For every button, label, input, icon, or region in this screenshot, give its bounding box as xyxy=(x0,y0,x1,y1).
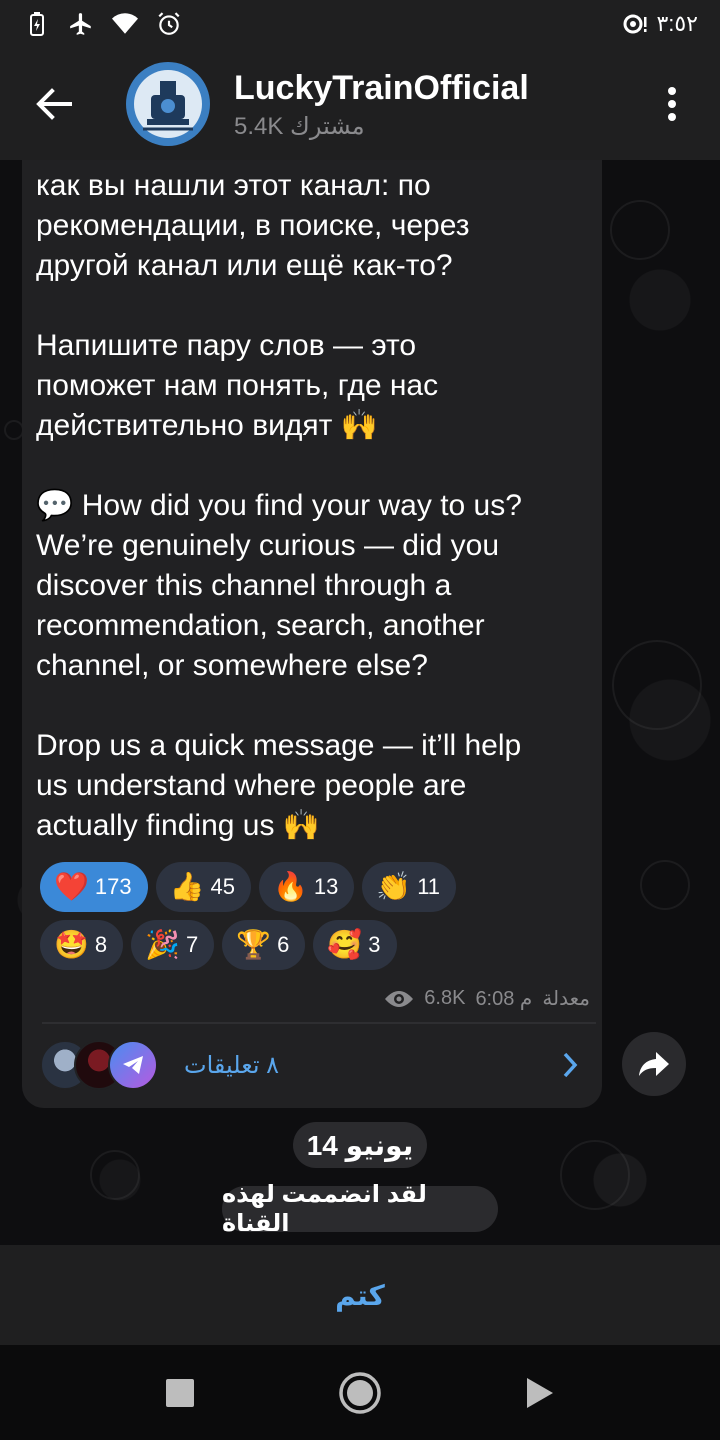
reaction-clap[interactable]: 👏 11 xyxy=(362,862,457,912)
chat-header: LuckyTrainOfficial 5.4K مشترك xyxy=(0,48,720,160)
train-logo-icon xyxy=(134,70,202,138)
reactions-bar: ❤️ 173 👍 45 🔥 13 👏 11 🤩 8 🎉 7 🏆 6 🥰 3 xyxy=(40,862,600,978)
reaction-count: 173 xyxy=(94,874,132,899)
reaction-star-struck[interactable]: 🤩 8 xyxy=(40,920,124,970)
system-navigation-bar xyxy=(0,1345,720,1440)
reaction-thumbs-up[interactable]: 👍 45 xyxy=(155,862,251,912)
airplane-icon xyxy=(68,11,94,37)
smiling-hearts-emoji-icon: 🥰 xyxy=(327,928,363,961)
reaction-count: 8 xyxy=(94,932,108,957)
channel-name: LuckyTrainOfficial xyxy=(234,68,529,107)
status-time: ٣:٥٢ xyxy=(656,11,698,36)
service-message: لقد انضممت لهذه القناة xyxy=(222,1181,498,1237)
telegram-plane-icon xyxy=(123,1056,143,1074)
status-bar: ٣:٥٢ xyxy=(0,0,720,48)
reaction-count: 13 xyxy=(313,874,339,899)
reaction-count: 3 xyxy=(368,932,381,957)
wallpaper-doodle xyxy=(560,1140,630,1210)
channel-avatar[interactable] xyxy=(126,62,210,146)
comments-divider xyxy=(42,1022,596,1024)
mute-button[interactable]: كتم xyxy=(335,1279,385,1312)
more-vert-icon xyxy=(668,87,676,121)
signal-icon xyxy=(622,11,648,37)
star-struck-emoji-icon: 🤩 xyxy=(54,928,89,961)
comments-button[interactable]: ٨ تعليقات xyxy=(40,1036,590,1094)
reaction-count: 45 xyxy=(210,874,235,899)
eye-icon xyxy=(385,990,414,1007)
party-popper-emoji-icon: 🎉 xyxy=(145,928,180,961)
message-text: как вы нашли этот канал: по рекомендации… xyxy=(36,169,522,842)
subscriber-count: 5.4K مشترك xyxy=(234,112,365,140)
home-circle-icon xyxy=(339,1371,381,1414)
wallpaper-doodle xyxy=(612,640,702,730)
forward-arrow-icon xyxy=(639,1052,669,1076)
reaction-smiling-hearts[interactable]: 🥰 3 xyxy=(313,920,397,970)
thumbs-up-emoji-icon: 👍 xyxy=(169,870,205,903)
wallpaper-doodle xyxy=(4,420,24,440)
forward-button[interactable] xyxy=(622,1032,686,1096)
more-options-button[interactable] xyxy=(648,72,696,136)
back-arrow-icon xyxy=(36,88,72,120)
square-icon xyxy=(166,1378,194,1407)
message-time: 6:08 م xyxy=(475,988,533,1010)
fire-emoji-icon: 🔥 xyxy=(272,870,308,903)
triangle-back-icon xyxy=(527,1377,553,1408)
message-meta: 6.8K 6:08 م معدلة xyxy=(370,986,590,1011)
reaction-count: 11 xyxy=(417,874,441,899)
date-separator: 14 يونيو xyxy=(293,1122,427,1168)
header-title-block[interactable]: LuckyTrainOfficial 5.4K مشترك xyxy=(234,68,648,141)
wallpaper-doodle xyxy=(610,200,670,260)
commenter-avatars xyxy=(40,1040,160,1090)
comments-label: ٨ تعليقات xyxy=(184,1051,280,1079)
reaction-fire[interactable]: 🔥 13 xyxy=(258,862,355,912)
reactions-row: ❤️ 173 👍 45 🔥 13 👏 11 xyxy=(40,862,600,912)
reaction-count: 7 xyxy=(186,932,199,957)
back-button[interactable] xyxy=(22,72,86,136)
reaction-trophy[interactable]: 🏆 6 xyxy=(222,920,306,970)
view-count: 6.8K xyxy=(424,987,466,1009)
back-nav-button[interactable] xyxy=(450,1345,630,1440)
commenter-avatar xyxy=(108,1040,158,1090)
status-icons-right: ٣:٥٢ xyxy=(622,11,698,37)
battery-charging-icon xyxy=(24,11,50,37)
reaction-party[interactable]: 🎉 7 xyxy=(131,920,215,970)
bottom-action-bar: كتم xyxy=(0,1245,720,1345)
reactions-row: 🤩 8 🎉 7 🏆 6 🥰 3 xyxy=(40,920,600,970)
status-icons-left xyxy=(24,11,182,37)
heart-emoji-icon: ❤️ xyxy=(54,870,89,903)
chevron-right-icon xyxy=(550,1051,590,1079)
reaction-heart[interactable]: ❤️ 173 xyxy=(40,862,148,912)
home-button[interactable] xyxy=(270,1345,450,1440)
trophy-emoji-icon: 🏆 xyxy=(236,928,272,961)
wallpaper-doodle xyxy=(640,860,690,910)
clap-emoji-icon: 👏 xyxy=(376,870,412,903)
reaction-count: 6 xyxy=(277,932,290,957)
wifi-icon xyxy=(112,11,138,37)
recents-button[interactable] xyxy=(90,1345,270,1440)
wallpaper-doodle xyxy=(90,1150,140,1200)
edited-label: معدلة xyxy=(542,988,590,1010)
alarm-icon xyxy=(156,11,182,37)
